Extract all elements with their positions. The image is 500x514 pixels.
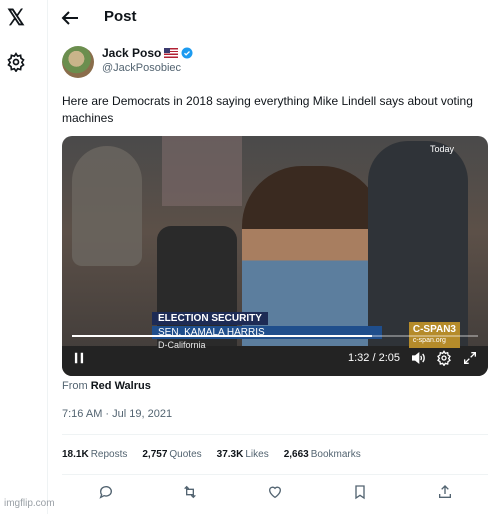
today-label: Today <box>429 144 454 154</box>
pause-icon[interactable] <box>72 351 86 365</box>
network-name: C-SPAN3 <box>412 324 456 335</box>
engagement-stats: 18.1K Reposts 2,757 Quotes 37.3K Likes 2,66… <box>62 449 361 460</box>
lower-third-subtitle: D-California <box>158 340 206 350</box>
author-name[interactable]: Jack Poso <box>102 46 161 60</box>
stat-likes[interactable]: 37.3K Likes <box>217 449 269 460</box>
video-player[interactable]: Today ELECTION SECURITY SEN. KAMALA HARR… <box>62 136 488 376</box>
lower-third-name: SEN. KAMALA HARRIS <box>152 326 382 339</box>
background-person <box>72 146 142 266</box>
volume-icon[interactable] <box>410 350 426 366</box>
lower-third-topic: ELECTION SECURITY <box>152 312 268 325</box>
post-timestamp[interactable]: 7:16 AM · Jul 19, 2021 <box>62 408 172 420</box>
like-icon[interactable] <box>267 484 283 500</box>
watermark: imgflip.com <box>4 498 55 509</box>
background-person <box>162 136 242 206</box>
gear-icon[interactable] <box>6 52 26 72</box>
bookmark-icon[interactable] <box>352 484 368 500</box>
top-bar: Post <box>48 0 500 36</box>
lower-third: ELECTION SECURITY SEN. KAMALA HARRIS D-C… <box>152 308 382 351</box>
video-source: From Red Walrus <box>62 380 151 392</box>
action-bar <box>62 484 488 502</box>
post-text: Here are Democrats in 2018 saying everyt… <box>62 94 473 125</box>
left-rail: 𝕏 <box>0 0 48 514</box>
stat-reposts[interactable]: 18.1K Reposts <box>62 449 127 460</box>
stat-bookmarks[interactable]: 2,663 Bookmarks <box>284 449 361 460</box>
video-time: 1:32 / 2:05 <box>348 352 400 364</box>
author-handle[interactable]: @JackPosobiec <box>102 62 181 74</box>
x-logo-icon[interactable]: 𝕏 <box>4 6 28 30</box>
us-flag-icon <box>164 48 179 58</box>
stat-quotes[interactable]: 2,757 Quotes <box>142 449 201 460</box>
arrow-left-icon[interactable] <box>58 6 82 30</box>
page-title: Post <box>104 8 137 25</box>
source-account[interactable]: Red Walrus <box>91 380 151 392</box>
verified-badge-icon[interactable] <box>181 47 193 59</box>
share-icon[interactable] <box>437 484 453 500</box>
from-label: From <box>62 380 88 392</box>
fullscreen-icon[interactable] <box>462 350 478 366</box>
divider <box>62 474 488 475</box>
repost-icon[interactable] <box>182 484 198 500</box>
author-name-row[interactable]: Jack Poso <box>102 46 193 60</box>
video-progress-fill <box>72 335 373 337</box>
avatar[interactable] <box>62 46 94 78</box>
divider <box>62 434 488 435</box>
reply-icon[interactable] <box>98 484 114 500</box>
video-settings-icon[interactable] <box>436 350 452 366</box>
video-progress-bar[interactable] <box>72 335 478 337</box>
